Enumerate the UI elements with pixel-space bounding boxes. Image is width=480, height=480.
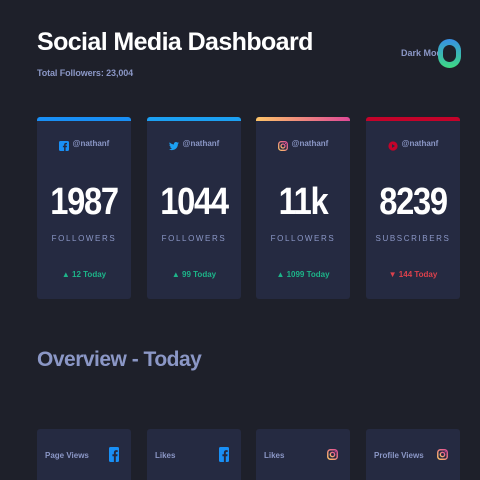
card-youtube[interactable]: @nathanf 8239 SUBSCRIBERS ▼ 144 Today [366, 117, 460, 299]
instagram-icon [277, 138, 288, 151]
card-handle: @nathanf [401, 138, 439, 148]
instagram-icon [327, 447, 338, 465]
overview-card-label: Likes [155, 451, 176, 460]
overview-card-likes-facebook[interactable]: Likes [147, 429, 241, 480]
card-accent-bar [366, 117, 460, 121]
card-handle-row: @nathanf [366, 138, 460, 151]
dark-mode-toggle[interactable] [438, 39, 461, 68]
card-unit: FOLLOWERS [51, 234, 117, 243]
total-followers: Total Followers: 23,004 [37, 68, 134, 78]
card-today: ▲ 99 Today [171, 270, 217, 279]
card-today: ▲ 1099 Today [276, 270, 330, 279]
card-count: 11k [278, 181, 329, 223]
overview-card-likes-instagram[interactable]: Likes [256, 429, 350, 480]
toggle-knob [443, 45, 456, 62]
overview-card-page-views[interactable]: Page Views [37, 429, 131, 480]
youtube-icon [388, 138, 398, 151]
card-handle-row: @nathanf [37, 138, 131, 151]
card-count: 1044 [160, 181, 229, 223]
card-unit: SUBSCRIBERS [375, 234, 451, 243]
card-instagram[interactable]: @nathanf 11k FOLLOWERS ▲ 1099 Today [256, 117, 350, 299]
overview-card-profile-views[interactable]: Profile Views [366, 429, 460, 480]
card-accent-bar [147, 117, 241, 121]
overview-title: Overview - Today [37, 348, 202, 371]
card-handle-row: @nathanf [256, 138, 350, 151]
twitter-icon [168, 138, 179, 151]
card-today: ▲ 12 Today [61, 270, 107, 279]
card-twitter[interactable]: @nathanf 1044 FOLLOWERS ▲ 99 Today [147, 117, 241, 299]
card-handle: @nathanf [182, 138, 220, 148]
card-unit: FOLLOWERS [270, 234, 336, 243]
card-accent-bar [256, 117, 350, 121]
instagram-icon [437, 447, 448, 465]
overview-card-label: Page Views [45, 451, 89, 460]
card-handle-row: @nathanf [147, 138, 241, 151]
facebook-icon [219, 447, 229, 467]
card-today: ▼ 144 Today [388, 270, 438, 279]
card-handle: @nathanf [291, 138, 329, 148]
overview-card-label: Profile Views [374, 451, 424, 460]
overview-card-label: Likes [264, 451, 285, 460]
facebook-icon [109, 447, 119, 467]
card-handle: @nathanf [72, 138, 110, 148]
card-facebook[interactable]: @nathanf 1987 FOLLOWERS ▲ 12 Today [37, 117, 131, 299]
facebook-icon [58, 138, 69, 151]
card-unit: FOLLOWERS [161, 234, 227, 243]
page-title: Social Media Dashboard [37, 28, 313, 56]
card-count: 8239 [379, 181, 448, 223]
card-accent-bar [37, 117, 131, 121]
card-count: 1987 [50, 181, 119, 223]
